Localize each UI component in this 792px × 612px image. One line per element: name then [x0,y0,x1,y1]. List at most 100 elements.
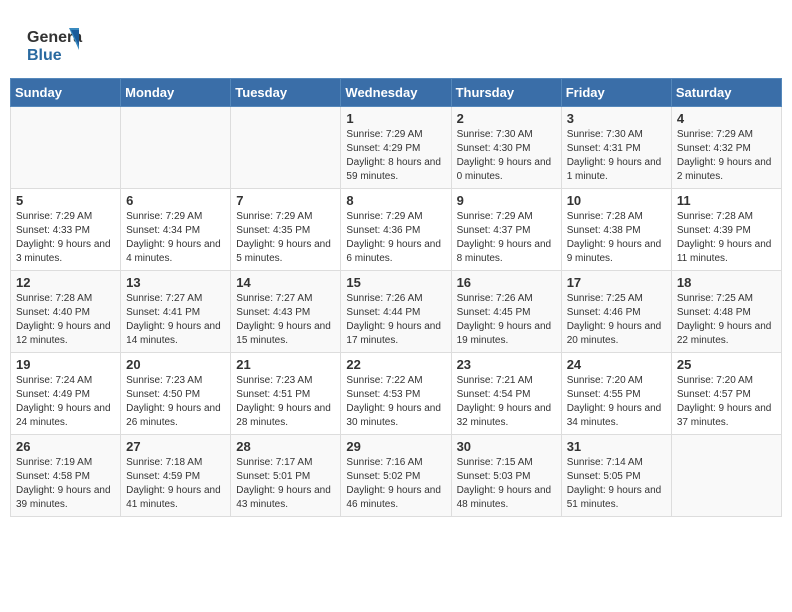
calendar-body: 1 Sunrise: 7:29 AM Sunset: 4:29 PM Daylig… [11,107,782,517]
calendar-week-0: 1 Sunrise: 7:29 AM Sunset: 4:29 PM Daylig… [11,107,782,189]
day-number: 30 [457,439,556,454]
calendar-cell: 21 Sunrise: 7:23 AM Sunset: 4:51 PM Dayli… [231,353,341,435]
day-number: 25 [677,357,776,372]
day-info: Sunrise: 7:20 AM Sunset: 4:57 PM Dayligh… [677,374,776,430]
calendar-cell [11,107,121,189]
calendar-cell: 17 Sunrise: 7:25 AM Sunset: 4:46 PM Dayli… [561,271,671,353]
day-number: 3 [567,111,666,126]
day-info: Sunrise: 7:29 AM Sunset: 4:34 PM Dayligh… [126,210,225,266]
day-number: 19 [16,357,115,372]
day-info: Sunrise: 7:29 AM Sunset: 4:29 PM Dayligh… [346,128,445,184]
weekday-header-sunday: Sunday [11,79,121,107]
day-info: Sunrise: 7:23 AM Sunset: 4:51 PM Dayligh… [236,374,335,430]
calendar-cell: 6 Sunrise: 7:29 AM Sunset: 4:34 PM Daylig… [121,189,231,271]
day-number: 28 [236,439,335,454]
day-info: Sunrise: 7:26 AM Sunset: 4:45 PM Dayligh… [457,292,556,348]
day-info: Sunrise: 7:20 AM Sunset: 4:55 PM Dayligh… [567,374,666,430]
day-info: Sunrise: 7:30 AM Sunset: 4:31 PM Dayligh… [567,128,666,184]
day-number: 31 [567,439,666,454]
weekday-header-thursday: Thursday [451,79,561,107]
day-info: Sunrise: 7:25 AM Sunset: 4:46 PM Dayligh… [567,292,666,348]
day-number: 23 [457,357,556,372]
day-number: 22 [346,357,445,372]
calendar-cell: 24 Sunrise: 7:20 AM Sunset: 4:55 PM Dayli… [561,353,671,435]
day-number: 8 [346,193,445,208]
day-info: Sunrise: 7:28 AM Sunset: 4:39 PM Dayligh… [677,210,776,266]
day-info: Sunrise: 7:29 AM Sunset: 4:35 PM Dayligh… [236,210,335,266]
calendar-week-3: 19 Sunrise: 7:24 AM Sunset: 4:49 PM Dayli… [11,353,782,435]
calendar-cell: 20 Sunrise: 7:23 AM Sunset: 4:50 PM Dayli… [121,353,231,435]
weekday-header-row: SundayMondayTuesdayWednesdayThursdayFrid… [11,79,782,107]
calendar-cell: 28 Sunrise: 7:17 AM Sunset: 5:01 PM Dayli… [231,435,341,517]
day-number: 1 [346,111,445,126]
day-number: 5 [16,193,115,208]
calendar-cell: 12Sunrise: 7:28 AM Sunset: 4:40 PM Dayli… [11,271,121,353]
day-number: 10 [567,193,666,208]
day-number: 11 [677,193,776,208]
calendar-cell: 5 Sunrise: 7:29 AM Sunset: 4:33 PM Daylig… [11,189,121,271]
calendar-cell: 29 Sunrise: 7:16 AM Sunset: 5:02 PM Dayli… [341,435,451,517]
weekday-header-tuesday: Tuesday [231,79,341,107]
calendar-cell: 19 Sunrise: 7:24 AM Sunset: 4:49 PM Dayli… [11,353,121,435]
day-info: Sunrise: 7:21 AM Sunset: 4:54 PM Dayligh… [457,374,556,430]
day-number: 21 [236,357,335,372]
day-info: Sunrise: 7:29 AM Sunset: 4:36 PM Dayligh… [346,210,445,266]
calendar-cell: 25 Sunrise: 7:20 AM Sunset: 4:57 PM Dayli… [671,353,781,435]
day-number: 4 [677,111,776,126]
calendar-cell: 30 Sunrise: 7:15 AM Sunset: 5:03 PM Dayli… [451,435,561,517]
day-number: 2 [457,111,556,126]
day-info: Sunrise: 7:29 AM Sunset: 4:37 PM Dayligh… [457,210,556,266]
day-number: 14 [236,275,335,290]
calendar-cell: 22 Sunrise: 7:22 AM Sunset: 4:53 PM Dayli… [341,353,451,435]
day-number: 13 [126,275,225,290]
page-header: General Blue [10,10,782,73]
calendar-header: SundayMondayTuesdayWednesdayThursdayFrid… [11,79,782,107]
day-info: Sunrise: 7:23 AM Sunset: 4:50 PM Dayligh… [126,374,225,430]
day-info: Sunrise: 7:26 AM Sunset: 4:44 PM Dayligh… [346,292,445,348]
day-info: Sunrise: 7:28 AM Sunset: 4:40 PM Dayligh… [16,292,115,348]
calendar-week-1: 5 Sunrise: 7:29 AM Sunset: 4:33 PM Daylig… [11,189,782,271]
day-number: 20 [126,357,225,372]
calendar-cell: 23 Sunrise: 7:21 AM Sunset: 4:54 PM Dayli… [451,353,561,435]
calendar-cell: 1 Sunrise: 7:29 AM Sunset: 4:29 PM Daylig… [341,107,451,189]
day-number: 26 [16,439,115,454]
day-info: Sunrise: 7:24 AM Sunset: 4:49 PM Dayligh… [16,374,115,430]
calendar-cell: 3 Sunrise: 7:30 AM Sunset: 4:31 PM Daylig… [561,107,671,189]
day-info: Sunrise: 7:27 AM Sunset: 4:41 PM Dayligh… [126,292,225,348]
day-info: Sunrise: 7:14 AM Sunset: 5:05 PM Dayligh… [567,456,666,512]
calendar-cell: 10 Sunrise: 7:28 AM Sunset: 4:38 PM Dayli… [561,189,671,271]
calendar-cell: 18 Sunrise: 7:25 AM Sunset: 4:48 PM Dayli… [671,271,781,353]
day-info: Sunrise: 7:22 AM Sunset: 4:53 PM Dayligh… [346,374,445,430]
calendar-cell [231,107,341,189]
day-info: Sunrise: 7:29 AM Sunset: 4:33 PM Dayligh… [16,210,115,266]
day-number: 27 [126,439,225,454]
calendar-cell: 16 Sunrise: 7:26 AM Sunset: 4:45 PM Dayli… [451,271,561,353]
day-info: Sunrise: 7:18 AM Sunset: 4:59 PM Dayligh… [126,456,225,512]
day-info: Sunrise: 7:17 AM Sunset: 5:01 PM Dayligh… [236,456,335,512]
calendar-cell: 2Sunrise: 7:30 AM Sunset: 4:30 PM Daylig… [451,107,561,189]
logo: General Blue [25,20,83,68]
day-number: 16 [457,275,556,290]
calendar-cell: 7Sunrise: 7:29 AM Sunset: 4:35 PM Daylig… [231,189,341,271]
day-info: Sunrise: 7:15 AM Sunset: 5:03 PM Dayligh… [457,456,556,512]
calendar-cell: 15 Sunrise: 7:26 AM Sunset: 4:44 PM Dayli… [341,271,451,353]
day-info: Sunrise: 7:28 AM Sunset: 4:38 PM Dayligh… [567,210,666,266]
day-number: 6 [126,193,225,208]
weekday-header-monday: Monday [121,79,231,107]
svg-text:Blue: Blue [27,47,62,64]
day-number: 9 [457,193,556,208]
calendar-cell: 14 Sunrise: 7:27 AM Sunset: 4:43 PM Dayli… [231,271,341,353]
weekday-header-saturday: Saturday [671,79,781,107]
day-info: Sunrise: 7:25 AM Sunset: 4:48 PM Dayligh… [677,292,776,348]
calendar-cell [121,107,231,189]
weekday-header-wednesday: Wednesday [341,79,451,107]
day-number: 15 [346,275,445,290]
day-number: 17 [567,275,666,290]
calendar-week-2: 12Sunrise: 7:28 AM Sunset: 4:40 PM Dayli… [11,271,782,353]
day-info: Sunrise: 7:19 AM Sunset: 4:58 PM Dayligh… [16,456,115,512]
day-number: 18 [677,275,776,290]
day-info: Sunrise: 7:27 AM Sunset: 4:43 PM Dayligh… [236,292,335,348]
day-number: 29 [346,439,445,454]
day-info: Sunrise: 7:16 AM Sunset: 5:02 PM Dayligh… [346,456,445,512]
day-number: 24 [567,357,666,372]
